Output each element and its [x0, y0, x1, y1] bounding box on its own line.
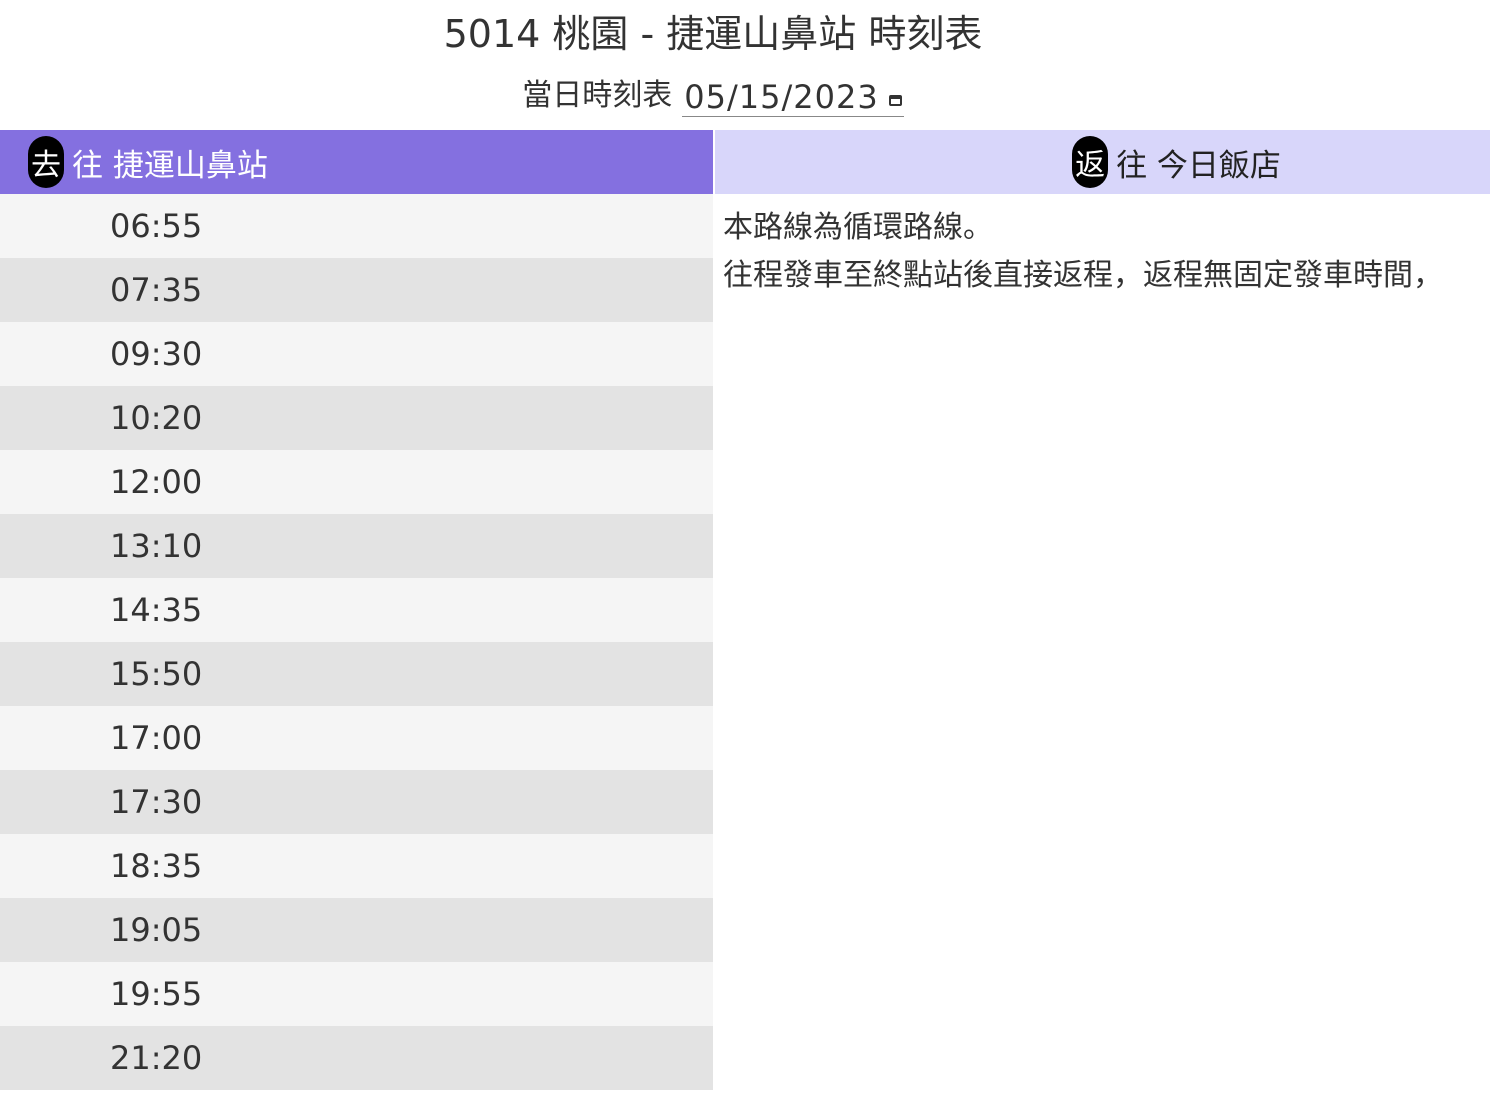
- time-row: 12:00: [0, 450, 713, 514]
- outbound-direction: 往 捷運山鼻站: [72, 147, 268, 184]
- note-line: 本路線為循環路線。: [723, 210, 993, 245]
- date-value: 05/15/2023: [684, 77, 879, 116]
- page-title: 5014 桃園 - 捷運山鼻站 時刻表: [443, 12, 983, 56]
- departure-time: 18:35: [110, 847, 203, 885]
- departure-time: 17:30: [110, 783, 203, 821]
- note-line: 往程發車至終點站後直接返程，返程無固定發車時間，: [723, 258, 1443, 293]
- time-row: 17:00: [0, 706, 713, 770]
- departure-time: 14:35: [110, 591, 203, 629]
- outbound-header: 去 往 捷運山鼻站: [0, 130, 713, 194]
- time-row: 10:20: [0, 386, 713, 450]
- time-row: 18:35: [0, 834, 713, 898]
- time-row: 19:55: [0, 962, 713, 1026]
- time-row: 06:55: [0, 194, 713, 258]
- departure-time: 07:35: [110, 271, 203, 309]
- calendar-icon[interactable]: [888, 95, 902, 106]
- time-row: 07:35: [0, 258, 713, 322]
- departure-time: 10:20: [110, 399, 203, 437]
- return-badge: 返: [1072, 136, 1109, 188]
- departure-time: 19:05: [110, 911, 203, 949]
- departure-time: 17:00: [110, 719, 203, 757]
- time-row: 19:05: [0, 898, 713, 962]
- departure-time: 15:50: [110, 655, 203, 693]
- return-direction: 往 今日飯店: [1116, 147, 1281, 184]
- departure-time: 13:10: [110, 527, 203, 565]
- return-header: 返 往 今日飯店: [715, 130, 1490, 194]
- time-row: 09:30: [0, 322, 713, 386]
- departure-time: 12:00: [110, 463, 203, 501]
- outbound-badge: 去: [28, 136, 64, 188]
- departure-time: 21:20: [110, 1039, 203, 1077]
- return-header-content: 返 往 今日飯店: [1072, 136, 1281, 188]
- time-row: 15:50: [0, 642, 713, 706]
- departure-time: 19:55: [110, 975, 203, 1013]
- time-row: 13:10: [0, 514, 713, 578]
- return-note: 本路線為循環路線。 往程發車至終點站後直接返程，返程無固定發車時間，: [723, 204, 1490, 300]
- time-row: 21:20: [0, 1026, 713, 1090]
- date-input[interactable]: 05/15/2023: [682, 76, 904, 117]
- date-row: 當日時刻表 05/15/2023: [0, 68, 1426, 117]
- departure-time: 06:55: [110, 207, 203, 245]
- departure-time: 09:30: [110, 335, 203, 373]
- time-row: 17:30: [0, 770, 713, 834]
- time-row: 14:35: [0, 578, 713, 642]
- outbound-time-list: 06:55 07:35 09:30 10:20 12:00 13:10 14:3…: [0, 194, 713, 1090]
- date-label: 當日時刻表: [522, 78, 673, 113]
